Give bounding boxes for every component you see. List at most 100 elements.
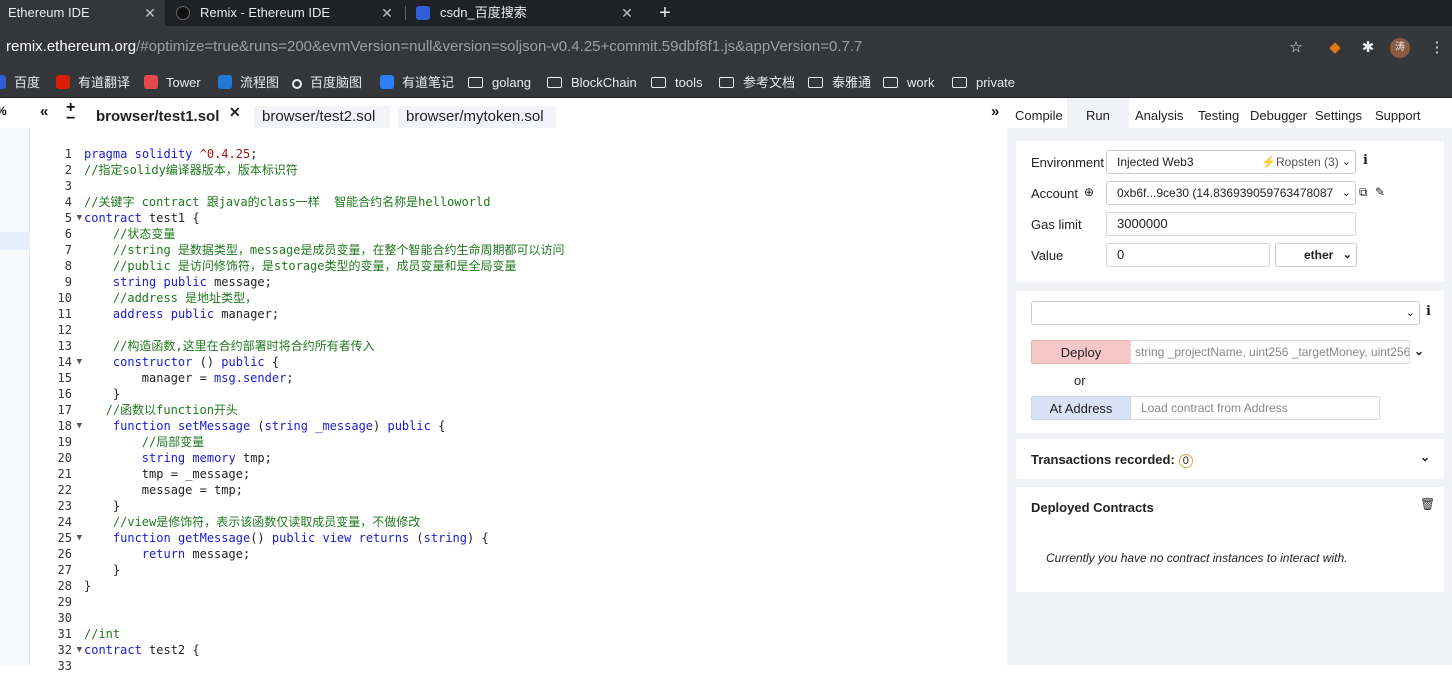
tab-debugger[interactable]: Debugger [1250,108,1307,123]
tab-settings[interactable]: Settings [1315,108,1362,123]
line-number: 14 ▼ [57,355,82,369]
run-panel: Compile Run Analysis Testing Debugger Se… [1007,98,1452,665]
add-account-icon[interactable]: ⊕ [1084,185,1094,199]
editor-tab-mytoken[interactable]: browser/mytoken.sol [398,106,556,128]
transactions-card[interactable]: Transactions recorded: 0 ⌄ [1016,439,1444,479]
folder-icon [883,77,898,88]
value-unit-select[interactable]: ether ⌄ [1275,243,1357,267]
browser-tab-csdn[interactable]: csdn_百度搜索 ✕ [406,0,644,26]
bookmark-folder-golang[interactable]: golang [468,73,531,93]
line-number: 22 [57,483,72,497]
environment-label: Environment [1031,155,1104,170]
folder-icon [808,77,823,88]
fold-arrow-icon[interactable]: ▼ [77,210,82,226]
fold-arrow-icon[interactable]: ▼ [77,530,82,546]
link-icon[interactable]: % [0,104,7,118]
code-line: address public manager; [112,307,280,321]
line-number: 1 [64,147,72,161]
bookmark-star-icon[interactable]: ☆ [1287,39,1305,57]
deploy-args-input[interactable]: string _projectName, uint256 _targetMone… [1130,340,1410,364]
line-number: 4 [64,195,72,209]
youdao-notes-icon [380,75,394,89]
bookmark-folder-reference[interactable]: 参考文档 [719,73,795,93]
contract-select[interactable]: ⌄ [1031,301,1420,325]
bookmark-folder-private[interactable]: private [952,73,1015,93]
collapse-panel-button[interactable]: « [40,103,48,120]
edit-icon[interactable]: ✎ [1375,185,1385,199]
remix-logo-icon [176,6,190,20]
url-field[interactable]: remix.ethereum.org/#optimize=true&runs=2… [6,38,862,55]
deploy-button[interactable]: Deploy [1031,340,1131,364]
editor-tab-test2[interactable]: browser/test2.sol [254,106,390,128]
code-line: pragma solidity ^0.4.25; [84,147,258,161]
line-number: 18 ▼ [57,419,82,433]
bookmark-baidu[interactable]: 百度 [0,73,40,93]
chevron-down-icon[interactable]: ⌄ [1420,450,1430,464]
line-number: 33 [57,659,72,673]
code-text[interactable]: pragma solidity ^0.4.25; //指定solidy编译器版本… [84,146,1004,674]
bookmark-flowchart[interactable]: 流程图 [218,73,279,93]
code-editor[interactable]: 1 2 3 4 5 ▼ 6 7 8 9 10 11 12 13 14 ▼ 15 16… [30,128,1007,673]
tab-run[interactable]: Run [1067,98,1129,128]
browser-tab-ethereum-ide[interactable]: Ethereum IDE ✕ [0,0,165,26]
code-line: } [84,579,92,593]
environment-select[interactable]: Injected Web3 ⚡ Ropsten (3) ⌄ [1106,150,1356,174]
code-line: //public 是访问修饰符，是storage类型的变量，成员变量和是全局变量 [84,259,517,273]
bookmark-folder-blockchain[interactable]: BlockChain [547,73,637,93]
at-address-button[interactable]: At Address [1031,396,1131,420]
browser-tab-remix[interactable]: Remix - Ethereum IDE ✕ [166,0,404,26]
code-line: string memory tmp; [141,451,272,465]
bookmark-baidu-mindmap[interactable]: 百度脑图 [292,73,362,93]
baidu-icon [416,6,430,20]
url-host: remix.ethereum.org [6,38,137,55]
line-number: 8 [64,259,72,273]
network-name: Ropsten (3) [1276,155,1339,169]
gas-limit-input[interactable]: 3000000 [1106,212,1356,236]
bookmark-youdao-notes[interactable]: 有道笔记 [380,73,454,93]
tab-support[interactable]: Support [1375,108,1421,123]
fold-arrow-icon[interactable]: ▼ [77,354,82,370]
editor-tab-test1[interactable]: browser/test1.sol ✕ [88,104,248,128]
extensions-puzzle-icon[interactable]: ✱ [1359,39,1377,57]
close-icon[interactable]: ✕ [619,0,635,26]
bookmark-folder-work[interactable]: work [883,73,934,93]
menu-dots-icon[interactable]: ⋮ [1428,39,1446,57]
profile-avatar[interactable]: 涛 [1390,38,1410,58]
info-icon[interactable]: i [1363,153,1368,168]
trash-icon[interactable]: 🗑 [1420,497,1435,511]
account-select[interactable]: 0xb6f...9ce30 (14.836939059763478087 ⌄ [1106,181,1356,205]
info-icon[interactable]: i [1426,304,1431,319]
bookmark-folder-tools[interactable]: tools [651,73,702,93]
metamask-fox-icon[interactable]: ◆ [1326,39,1344,57]
tab-analysis[interactable]: Analysis [1135,108,1183,123]
at-address-input[interactable]: Load contract from Address [1130,396,1380,420]
close-icon[interactable]: ✕ [229,101,241,123]
fold-arrow-icon[interactable]: ▼ [77,642,82,658]
expand-panel-button[interactable]: » [991,103,999,120]
chevron-down-icon[interactable]: ⌄ [1414,344,1424,358]
fold-arrow-icon[interactable]: ▼ [77,418,82,434]
code-line: tmp = _message; [84,467,251,481]
gas-limit-label: Gas limit [1031,217,1082,232]
or-text: or [1074,373,1086,388]
line-number: 16 [57,387,72,401]
folder-icon [651,77,666,88]
line-number: 30 [57,611,72,625]
code-line: //函数以function开头 [84,403,238,417]
code-line: //view是修饰符，表示该函数仅读取成员变量，不做修改 [84,515,421,529]
tab-compile[interactable]: Compile [1015,108,1063,123]
bookmark-youdao-translate[interactable]: 有道翻译 [56,73,130,93]
zoom-out-button[interactable]: − [66,110,75,128]
tab-testing[interactable]: Testing [1198,108,1239,123]
editor-tab-bar: % « + − browser/test1.sol ✕ browser/test… [0,98,1007,128]
copy-icon[interactable]: ⧉ [1359,185,1368,200]
bookmark-tower[interactable]: Tower [144,73,201,93]
bookmark-folder-taiyatong[interactable]: 泰雅通 [808,73,871,93]
url-path: /#optimize=true&runs=200&evmVersion=null… [136,38,863,55]
close-icon[interactable]: ✕ [142,0,158,26]
close-icon[interactable]: ✕ [379,0,395,26]
code-line: } [84,499,121,513]
new-tab-button[interactable]: + [654,0,676,26]
value-input[interactable]: 0 [1106,243,1270,267]
